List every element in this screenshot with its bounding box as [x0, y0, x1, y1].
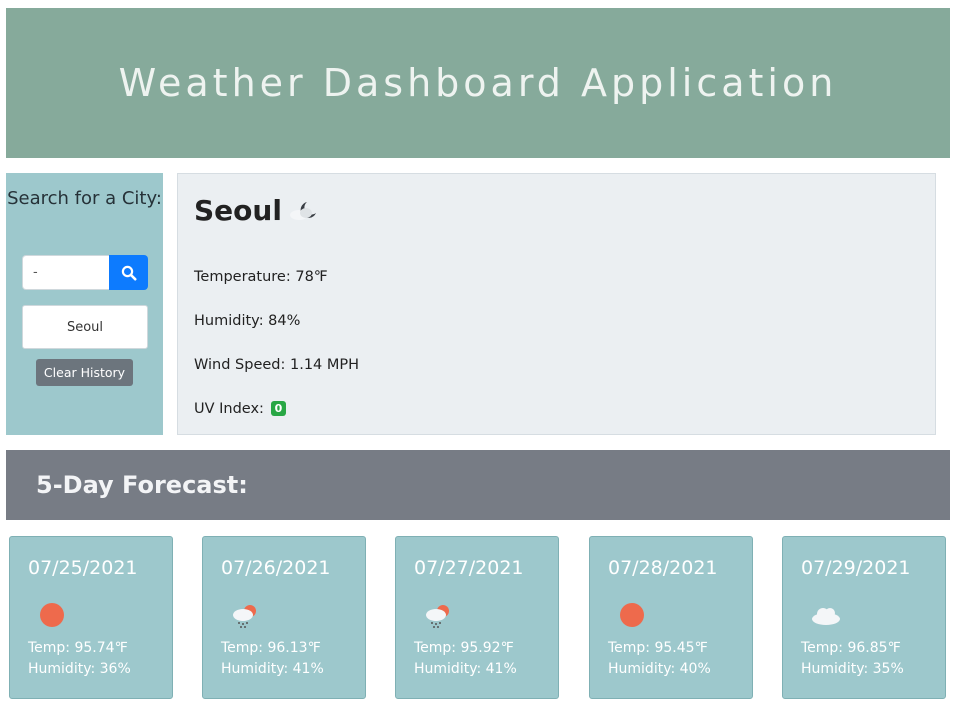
search-button[interactable]: [109, 255, 148, 290]
forecast-date: 07/25/2021: [28, 557, 138, 579]
forecast-humidity: Humidity: 35%: [801, 661, 904, 677]
forecast-date: 07/29/2021: [801, 557, 911, 579]
search-title: Search for a City:: [7, 188, 162, 209]
current-weather-panel: Seoul Temperature: 78℉ Humidity: 84% Win…: [177, 173, 936, 435]
page-title: Weather Dashboard Application: [118, 61, 838, 105]
history-item-seoul[interactable]: Seoul: [22, 305, 148, 349]
forecast-card: 07/28/2021 Temp: 95.45℉ Humidity: 40%: [589, 536, 753, 699]
current-humidity: Humidity: 84%: [194, 313, 301, 329]
forecast-humidity: Humidity: 36%: [28, 661, 131, 677]
current-temperature: Temperature: 78℉: [194, 269, 328, 285]
city-search-input[interactable]: [22, 255, 110, 290]
forecast-card: 07/25/2021 Temp: 95.74℉ Humidity: 36%: [9, 536, 173, 699]
uv-index-label: UV Index:: [194, 401, 264, 417]
forecast-temp: Temp: 96.85℉: [801, 640, 901, 656]
sun-rain-cloud-icon: [233, 605, 256, 628]
uv-index-badge: 0: [270, 401, 287, 416]
search-panel: Search for a City: Seoul Clear History: [6, 173, 163, 435]
cloud-icon: [812, 608, 840, 625]
forecast-date: 07/26/2021: [221, 557, 331, 579]
app-header: Weather Dashboard Application: [6, 8, 950, 158]
forecast-date: 07/27/2021: [414, 557, 524, 579]
forecast-date: 07/28/2021: [608, 557, 718, 579]
forecast-title: 5-Day Forecast:: [36, 471, 248, 499]
forecast-card: 07/27/2021 Temp: 95.92℉ Humidity: 41%: [395, 536, 559, 699]
forecast-temp: Temp: 96.13℉: [221, 640, 321, 656]
current-city-name: Seoul: [194, 194, 282, 227]
forecast-humidity: Humidity: 41%: [221, 661, 324, 677]
cloud-moon-icon: [290, 202, 316, 220]
current-wind-speed: Wind Speed: 1.14 MPH: [194, 357, 360, 373]
forecast-temp: Temp: 95.74℉: [28, 640, 128, 656]
forecast-header: 5-Day Forecast:: [6, 450, 950, 520]
clear-history-button[interactable]: Clear History: [36, 359, 133, 386]
forecast-card: 07/26/2021 Temp: 96.13℉ Humidity: 41%: [202, 536, 366, 699]
forecast-temp: Temp: 95.92℉: [414, 640, 514, 656]
current-uv-index: UV Index: 0: [194, 401, 287, 417]
sun-icon: [40, 603, 64, 627]
search-icon: [121, 265, 136, 280]
forecast-temp: Temp: 95.45℉: [608, 640, 708, 656]
forecast-card: 07/29/2021 Temp: 96.85℉ Humidity: 35%: [782, 536, 946, 699]
forecast-humidity: Humidity: 41%: [414, 661, 517, 677]
forecast-humidity: Humidity: 40%: [608, 661, 711, 677]
sun-rain-cloud-icon: [426, 605, 449, 628]
sun-icon: [620, 603, 644, 627]
